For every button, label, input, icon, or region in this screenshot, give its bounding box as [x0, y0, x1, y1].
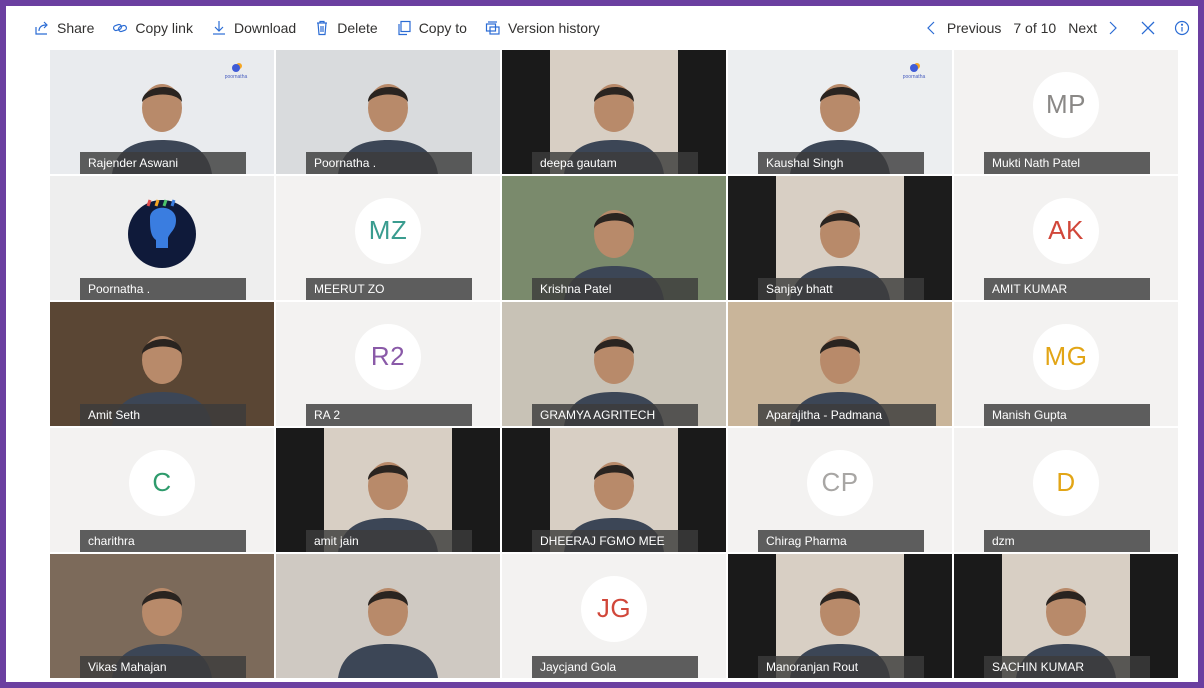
participant-name: Krishna Patel: [532, 278, 698, 300]
participant-tile: Poornatha .: [276, 50, 500, 174]
download-icon: [211, 20, 227, 36]
participant-tile: Ddzm: [954, 428, 1178, 552]
download-label: Download: [233, 20, 297, 36]
participant-name: Chirag Pharma: [758, 530, 924, 552]
copy-to-button[interactable]: Copy to: [396, 20, 467, 36]
participant-name: Poornatha .: [306, 152, 472, 174]
initials-avatar: R2: [355, 323, 421, 390]
participant-tile: SACHIN KUMAR: [954, 554, 1178, 678]
participant-tile: MP Mukti Nath Patel: [954, 50, 1178, 174]
participant-tile: Aparajitha - Padmana: [728, 302, 952, 426]
initials-avatar: D: [1033, 449, 1099, 516]
page-counter: 7 of 10: [1013, 20, 1057, 36]
participant-name: Sanjay bhatt: [758, 278, 924, 300]
participant-tile: Poornatha .: [50, 176, 274, 300]
version-history-button[interactable]: Version history: [485, 20, 600, 36]
viewer-toolbar: Share Copy link Download Delete Copy to: [6, 6, 1198, 50]
participant-tile: deepa gautam: [502, 50, 726, 174]
participant-tile: Vikas Mahajan: [50, 554, 274, 678]
participant-tile: Amit Seth: [50, 302, 274, 426]
close-button[interactable]: [1140, 20, 1156, 36]
participant-name: charithra: [80, 530, 246, 552]
previous-label: Previous: [946, 20, 1002, 36]
info-button[interactable]: [1174, 20, 1190, 36]
trash-icon: [314, 20, 330, 36]
participant-name: Mukti Nath Patel: [984, 152, 1150, 174]
participant-tile: Manoranjan Rout: [728, 554, 952, 678]
participant-name: GRAMYA AGRITECH: [532, 404, 698, 426]
delete-label: Delete: [337, 20, 378, 36]
participant-name: amit jain: [306, 530, 472, 552]
participant-tile: Krishna Patel: [502, 176, 726, 300]
participant-tile: GRAMYA AGRITECH: [502, 302, 726, 426]
participant-tile: amit jain: [276, 428, 500, 552]
initials-avatar: C: [129, 449, 195, 516]
copy-link-label: Copy link: [135, 20, 193, 36]
participant-name: AMIT KUMAR: [984, 278, 1150, 300]
next-button[interactable]: Next: [1068, 20, 1120, 36]
video-feed: [338, 588, 438, 678]
version-history-icon: [485, 20, 501, 36]
participant-name: RA 2: [306, 404, 472, 426]
participant-tile: Sanjay bhatt: [728, 176, 952, 300]
participant-name: dzm: [984, 530, 1150, 552]
version-history-label: Version history: [507, 20, 600, 36]
initials-avatar: AK: [1033, 197, 1099, 264]
previous-button[interactable]: Previous: [924, 20, 1001, 36]
close-icon: [1140, 20, 1156, 36]
participant-name: Manoranjan Rout: [758, 656, 924, 678]
copy-link-button[interactable]: Copy link: [112, 20, 193, 36]
participant-grid: poornatha Rajender Aswani Poornatha . deepa…: [50, 50, 1178, 682]
participant-tile: MZ MEERUT ZO: [276, 176, 500, 300]
participant-name: Kaushal Singh: [758, 152, 924, 174]
participant-tile: MG Manish Gupta: [954, 302, 1178, 426]
copy-to-label: Copy to: [418, 20, 467, 36]
participant-name: Manish Gupta: [984, 404, 1150, 426]
initials-avatar: JG: [581, 575, 647, 642]
participant-name: SACHIN KUMAR: [984, 656, 1150, 678]
share-icon: [34, 20, 50, 36]
delete-button[interactable]: Delete: [314, 20, 378, 36]
participant-name: Aparajitha - Padmana: [758, 404, 936, 426]
share-label: Share: [57, 20, 95, 36]
next-label: Next: [1068, 20, 1097, 36]
participant-tile: AK AMIT KUMAR: [954, 176, 1178, 300]
participant-tile: poornatha Rajender Aswani: [50, 50, 274, 174]
participant-tile: [276, 554, 500, 678]
participant-name: Jaycjand Gola: [532, 656, 698, 678]
copy-icon: [396, 20, 412, 36]
poornatha-logo: poornatha: [902, 64, 926, 80]
initials-avatar: MZ: [355, 197, 421, 264]
participant-tile: Ccharithra: [50, 428, 274, 552]
participant-name: Amit Seth: [80, 404, 246, 426]
initials-avatar: CP: [807, 449, 873, 516]
participant-name: Rajender Aswani: [80, 152, 246, 174]
participant-name: Poornatha .: [80, 278, 246, 300]
participant-name: MEERUT ZO: [306, 278, 472, 300]
info-icon: [1174, 20, 1190, 36]
initials-avatar: MP: [1033, 71, 1099, 138]
participant-name: deepa gautam: [532, 152, 698, 174]
participant-name: Vikas Mahajan: [80, 656, 246, 678]
chevron-right-icon: [1104, 20, 1120, 36]
participant-tile: CP Chirag Pharma: [728, 428, 952, 552]
poornatha-logo: poornatha: [224, 64, 248, 80]
participant-tile: poornatha Kaushal Singh: [728, 50, 952, 174]
participant-name: DHEERAJ FGMO MEE: [532, 530, 698, 552]
participant-tile: JG Jaycjand Gola: [502, 554, 726, 678]
chevron-left-icon: [924, 20, 940, 36]
download-button[interactable]: Download: [211, 20, 296, 36]
link-icon: [112, 20, 128, 36]
share-button[interactable]: Share: [34, 20, 94, 36]
initials-avatar: MG: [1033, 323, 1099, 390]
participant-tile: R2 RA 2: [276, 302, 500, 426]
participant-tile: DHEERAJ FGMO MEE: [502, 428, 726, 552]
